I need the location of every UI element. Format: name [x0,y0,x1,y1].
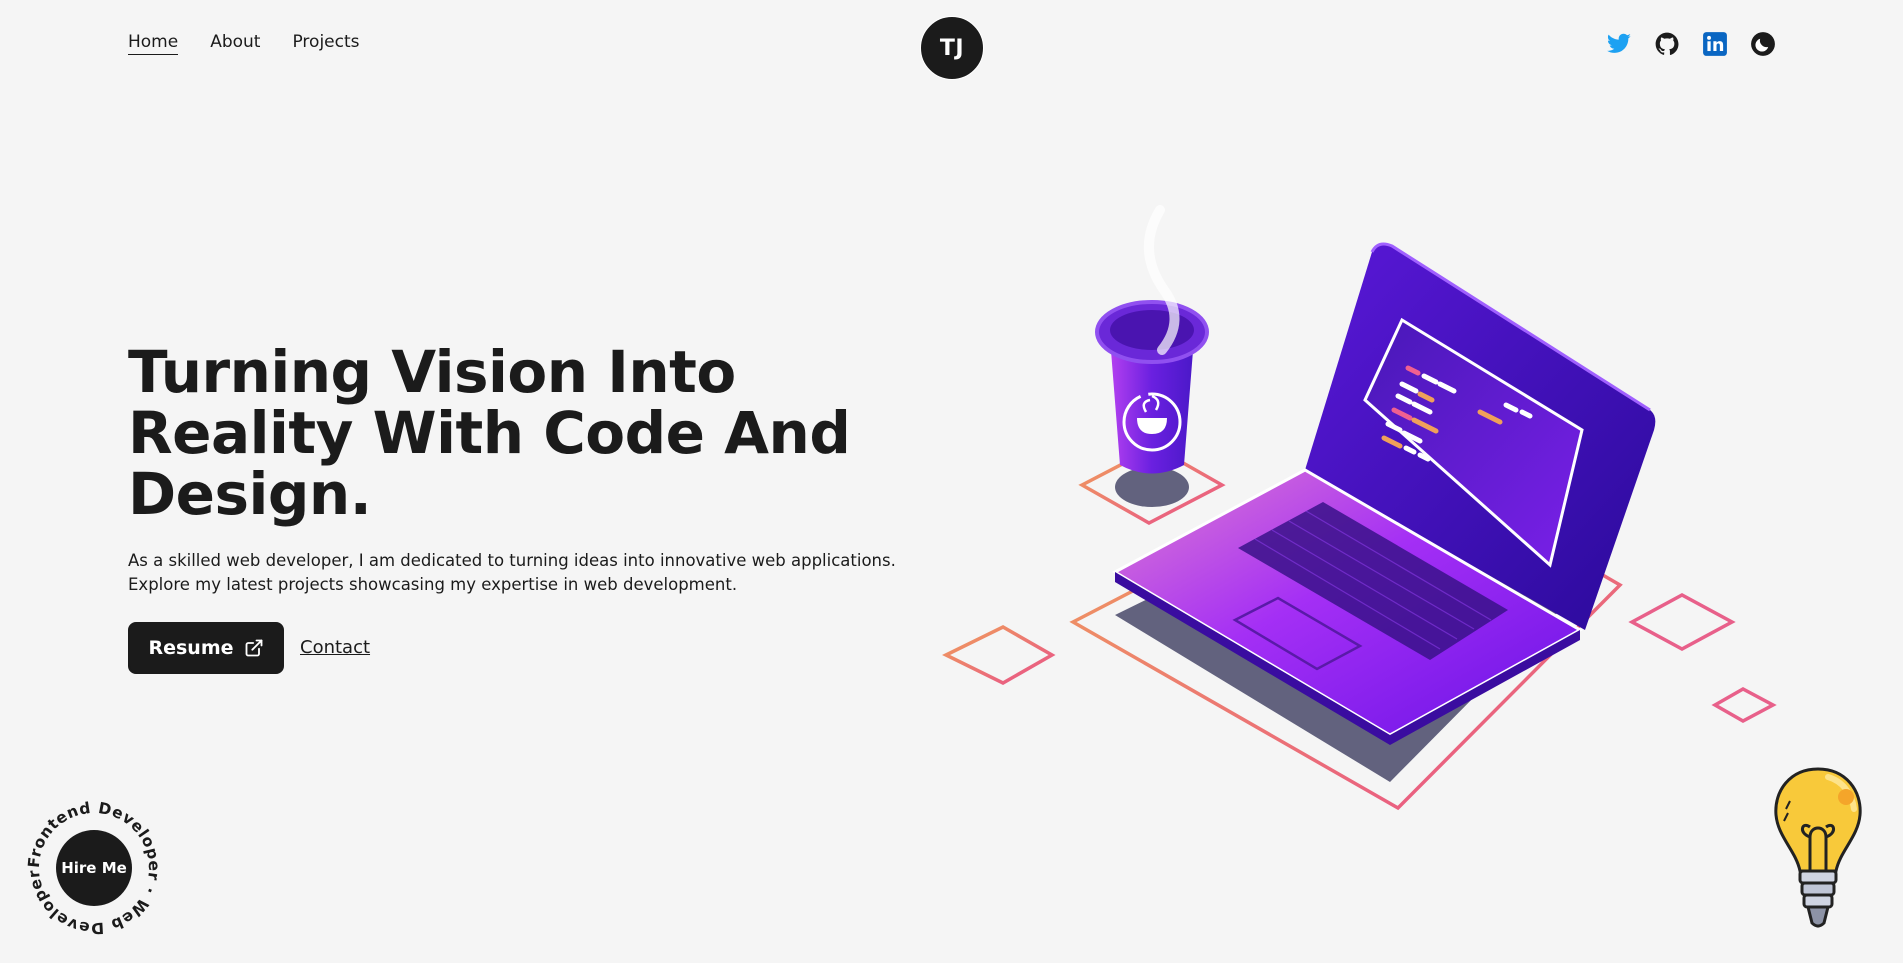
lightbulb-icon [1774,767,1862,928]
twitter-link[interactable] [1605,30,1633,58]
nav-link-projects[interactable]: Projects [292,32,359,55]
social-links [1605,30,1777,58]
theme-toggle-link[interactable] [1749,30,1777,58]
resume-button-label: Resume [148,637,234,659]
nav-link-home[interactable]: Home [128,32,179,55]
hire-me-badge: Frontend Developer · Web Developer · Hir… [26,800,162,936]
github-link[interactable] [1653,30,1681,58]
theme-toggle-moon-icon [1751,32,1775,56]
hero-description: As a skilled web developer, I am dedicat… [128,551,896,594]
nav-link-about[interactable]: About [210,32,260,55]
hire-me-button[interactable]: Hire Me [56,830,132,906]
contact-link[interactable]: Contact [300,637,370,658]
linkedin-icon [1703,32,1727,56]
github-icon [1655,32,1679,55]
main-nav: Home About Projects [128,32,360,55]
decor-diamond-right [1628,593,1736,651]
twitter-icon [1606,33,1631,53]
external-link-icon [245,639,262,657]
linkedin-link[interactable] [1701,30,1729,58]
developer-laptop-illustration [942,205,1777,811]
resume-button[interactable]: Resume [128,622,284,674]
site-logo[interactable]: TJ [920,16,984,80]
hero-title: Turning Vision Into Reality With Code An… [128,338,851,528]
decor-diamond-left [942,625,1056,685]
decor-diamond-small [1711,687,1777,723]
